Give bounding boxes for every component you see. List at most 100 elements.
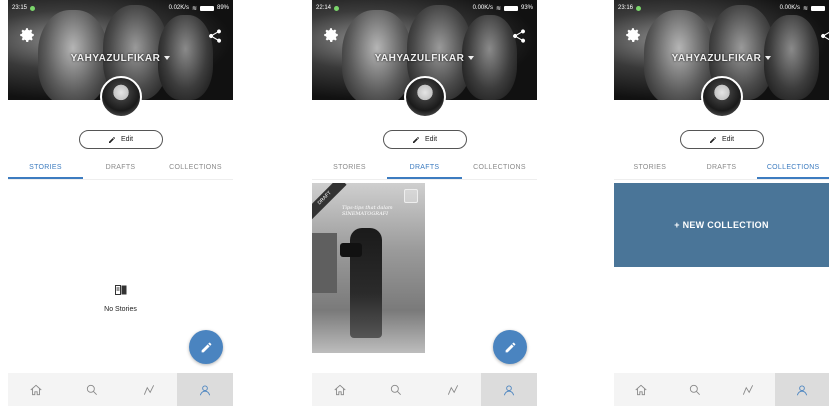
username-label: YAHYAZULFIKAR: [374, 53, 465, 64]
gear-icon[interactable]: [624, 26, 642, 44]
profile-icon: [797, 384, 808, 395]
compose-button[interactable]: [493, 330, 527, 364]
edit-profile-button[interactable]: Edit: [382, 130, 467, 149]
pencil-icon: [201, 342, 211, 352]
profile-tabs: STORIES DRAFTS COLLECTIONS: [614, 158, 829, 180]
edit-profile-button[interactable]: Edit: [78, 130, 163, 149]
username-label: YAHYAZULFIKAR: [671, 53, 762, 64]
status-bar: 23:15 0.02K/s ≋ 89%: [8, 0, 233, 16]
profile-icon: [503, 384, 514, 395]
gear-icon[interactable]: [322, 26, 340, 44]
tab-stories[interactable]: STORIES: [312, 158, 387, 179]
home-icon: [334, 384, 346, 395]
draft-photo-camera: [340, 243, 362, 257]
notification-icon: [636, 5, 642, 11]
nav-home[interactable]: [8, 373, 64, 406]
gear-icon[interactable]: [18, 26, 36, 44]
nav-profile[interactable]: [775, 373, 829, 406]
battery-icon: [503, 5, 518, 11]
avatar[interactable]: [99, 76, 142, 118]
status-bar: 23:16 0.00K/s ≋: [614, 0, 829, 16]
share-icon[interactable]: [511, 28, 527, 44]
battery-percent: 93%: [520, 5, 533, 11]
draft-caption-line2: SINEMATOGRAFI: [342, 211, 389, 217]
username-dropdown[interactable]: YAHYAZULFIKAR: [8, 53, 233, 64]
network-speed: 0.00K/s: [472, 5, 493, 11]
tab-stories[interactable]: STORIES: [8, 158, 83, 179]
wifi-icon: ≋: [495, 5, 501, 12]
caret-down-icon: [164, 56, 171, 61]
status-bar: 22:14 0.00K/s ≋ 93%: [312, 0, 537, 16]
tab-drafts[interactable]: DRAFTS: [387, 158, 462, 179]
nav-search[interactable]: [368, 373, 424, 406]
battery-percent: 89%: [216, 5, 229, 11]
phone-screen-collections: 23:16 0.00K/s ≋ YAHYAZULFIKAR Edit STORI…: [614, 0, 829, 406]
username-dropdown[interactable]: YAHYAZULFIKAR: [312, 53, 537, 64]
nav-home[interactable]: [312, 373, 368, 406]
tab-drafts[interactable]: DRAFTS: [686, 158, 758, 179]
screenshot-stage: 23:15 0.02K/s ≋ 89% YAHYAZULFIKAR Edit S…: [0, 0, 829, 406]
empty-state: No Stories: [8, 282, 233, 313]
tab-collections[interactable]: COLLECTIONS: [158, 158, 233, 179]
compose-button[interactable]: [189, 330, 223, 364]
status-time: 23:15: [12, 5, 28, 11]
profile-icon: [199, 384, 210, 395]
nav-trending[interactable]: [722, 373, 776, 406]
wifi-icon: ≋: [191, 5, 197, 12]
empty-state-label: No Stories: [104, 306, 137, 313]
avatar[interactable]: [700, 76, 743, 118]
network-speed: 0.02K/s: [168, 5, 189, 11]
pencil-icon: [412, 136, 419, 143]
pencil-icon: [505, 342, 515, 352]
nav-home[interactable]: [614, 373, 668, 406]
edit-label: Edit: [721, 136, 735, 143]
caret-down-icon: [468, 56, 475, 61]
profile-tabs: STORIES DRAFTS COLLECTIONS: [8, 158, 233, 180]
nav-trending[interactable]: [425, 373, 481, 406]
phone-screen-drafts: 22:14 0.00K/s ≋ 93% YAHYAZULFIKAR Edit S…: [312, 0, 537, 406]
bottom-nav: [312, 373, 537, 406]
status-time: 23:16: [618, 5, 634, 11]
username-dropdown[interactable]: YAHYAZULFIKAR: [614, 53, 829, 64]
tab-drafts[interactable]: DRAFTS: [83, 158, 158, 179]
edit-label: Edit: [424, 136, 438, 143]
draft-card[interactable]: DRAFT Tips-tips that dalam SINEMATOGRAFI: [312, 183, 425, 353]
share-icon[interactable]: [207, 28, 223, 44]
tab-collections[interactable]: COLLECTIONS: [757, 158, 829, 179]
home-icon: [30, 384, 42, 395]
profile-tabs: STORIES DRAFTS COLLECTIONS: [312, 158, 537, 180]
trending-icon: [743, 384, 754, 395]
network-speed: 0.00K/s: [779, 5, 800, 11]
caret-down-icon: [765, 56, 772, 61]
share-icon[interactable]: [819, 28, 829, 44]
notification-icon: [30, 5, 36, 11]
edit-label: Edit: [120, 136, 134, 143]
tab-collections[interactable]: COLLECTIONS: [462, 158, 537, 179]
search-icon: [391, 384, 402, 395]
new-collection-button[interactable]: + NEW COLLECTION: [614, 183, 829, 267]
trending-icon: [447, 384, 458, 395]
nav-trending[interactable]: [121, 373, 177, 406]
notification-icon: [334, 5, 340, 11]
search-icon: [87, 384, 98, 395]
wifi-icon: ≋: [802, 5, 808, 12]
bottom-nav: [8, 373, 233, 406]
phone-screen-stories: 23:15 0.02K/s ≋ 89% YAHYAZULFIKAR Edit S…: [8, 0, 233, 406]
pencil-icon: [108, 136, 115, 143]
edit-draft-icon[interactable]: [404, 189, 418, 203]
draft-photo-background: [312, 233, 337, 293]
nav-profile[interactable]: [176, 373, 233, 406]
nav-profile[interactable]: [480, 373, 537, 406]
search-icon: [689, 384, 700, 395]
book-icon: [114, 285, 126, 295]
battery-icon: [811, 5, 825, 11]
home-icon: [635, 384, 647, 395]
bottom-nav: [614, 373, 829, 406]
avatar[interactable]: [403, 76, 446, 118]
nav-search[interactable]: [668, 373, 722, 406]
nav-search[interactable]: [64, 373, 120, 406]
edit-profile-button[interactable]: Edit: [679, 130, 764, 149]
battery-icon: [199, 5, 214, 11]
tab-stories[interactable]: STORIES: [614, 158, 686, 179]
username-label: YAHYAZULFIKAR: [70, 53, 161, 64]
